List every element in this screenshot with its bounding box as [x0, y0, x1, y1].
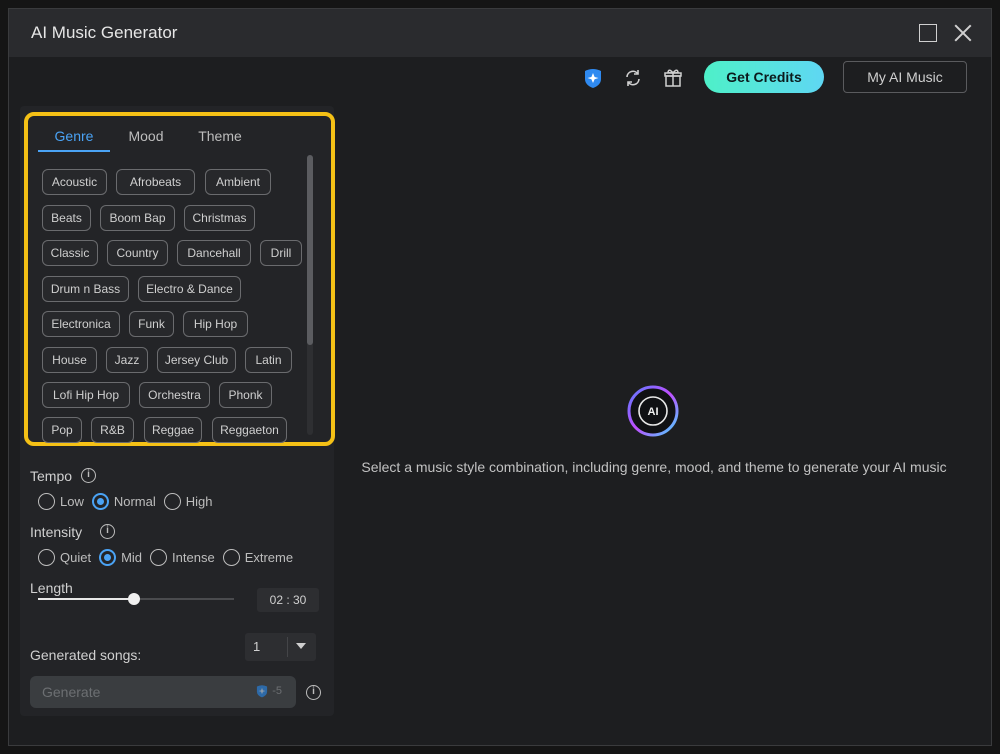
- ai-music-logo: AI: [625, 383, 681, 439]
- radio-label: Low: [60, 494, 84, 509]
- genre-chip[interactable]: Acoustic: [42, 169, 107, 195]
- intensity-info-icon[interactable]: i: [100, 524, 115, 539]
- refresh-icon[interactable]: [622, 67, 644, 89]
- generated-songs-select[interactable]: 1: [245, 633, 316, 661]
- svg-text:AI: AI: [648, 406, 659, 418]
- generated-songs-value: 1: [253, 639, 261, 654]
- length-slider-handle[interactable]: [128, 593, 140, 605]
- generate-cost: -5: [255, 684, 282, 698]
- length-label: Length: [30, 580, 73, 596]
- genre-chip[interactable]: Phonk: [219, 382, 272, 408]
- intensity-radio-intense[interactable]: Intense: [150, 549, 215, 566]
- genre-chip[interactable]: R&B: [91, 417, 134, 443]
- tempo-info-icon[interactable]: i: [81, 468, 96, 483]
- genre-scrollbar[interactable]: [307, 155, 313, 435]
- radio-circle-selected: [99, 549, 117, 566]
- radio-circle: [163, 493, 181, 510]
- credit-icon[interactable]: [582, 67, 604, 89]
- length-slider-fill: [38, 598, 134, 600]
- get-credits-button[interactable]: Get Credits: [704, 61, 824, 93]
- genre-chip[interactable]: Lofi Hip Hop: [42, 382, 130, 408]
- genre-scroll-thumb[interactable]: [307, 155, 313, 345]
- tempo-radio-high[interactable]: High: [163, 493, 213, 510]
- radio-circle: [38, 549, 55, 566]
- genre-chip[interactable]: Funk: [129, 311, 174, 337]
- genre-chip[interactable]: House: [42, 347, 97, 373]
- maximize-icon[interactable]: [916, 21, 940, 45]
- genre-chip[interactable]: Reggaeton: [212, 417, 287, 443]
- radio-circle: [150, 549, 168, 566]
- radio-circle-selected: [91, 493, 109, 510]
- credit-cost-icon: [257, 685, 268, 698]
- gift-icon[interactable]: [662, 67, 684, 89]
- length-slider[interactable]: [38, 593, 234, 605]
- intensity-radio-extreme[interactable]: Extreme: [222, 549, 294, 566]
- tab-genre[interactable]: Genre: [38, 124, 110, 152]
- intensity-label: Intensity: [30, 524, 83, 540]
- genre-chip[interactable]: Ambient: [205, 169, 271, 195]
- radio-label: Mid: [121, 550, 143, 565]
- genre-chip[interactable]: Jazz: [106, 347, 148, 373]
- style-tabs: Genre Mood Theme: [38, 124, 258, 152]
- tempo-radio-low[interactable]: Low: [38, 493, 84, 510]
- tempo-options: Low Normal High: [38, 493, 221, 510]
- genre-chip[interactable]: Hip Hop: [183, 311, 248, 337]
- genre-chip[interactable]: Orchestra: [139, 382, 210, 408]
- radio-label: Normal: [113, 494, 156, 509]
- genre-chip[interactable]: Dancehall: [177, 240, 251, 266]
- radio-label: Intense: [172, 550, 215, 565]
- genre-chip[interactable]: Beats: [42, 205, 91, 231]
- genre-chip[interactable]: Electronica: [42, 311, 120, 337]
- genre-chip[interactable]: Jersey Club: [157, 347, 236, 373]
- radio-label: Quiet: [60, 550, 92, 565]
- radio-circle: [222, 549, 240, 566]
- window-title: AI Music Generator: [31, 23, 178, 42]
- radio-label: High: [185, 494, 213, 509]
- generate-info-icon[interactable]: i: [306, 685, 321, 700]
- genre-chip[interactable]: Reggae: [144, 417, 202, 443]
- genre-chip[interactable]: Drill: [260, 240, 302, 266]
- generate-cost-value: -5: [272, 685, 282, 697]
- title-bar: AI Music Generator: [9, 9, 991, 57]
- length-value[interactable]: 02 : 30: [257, 588, 319, 612]
- genre-chip[interactable]: Boom Bap: [100, 205, 175, 231]
- my-ai-music-button[interactable]: My AI Music: [843, 61, 967, 93]
- close-icon[interactable]: [951, 21, 975, 45]
- genre-chip[interactable]: Country: [107, 240, 168, 266]
- tempo-radio-normal[interactable]: Normal: [91, 493, 156, 510]
- intensity-radio-mid[interactable]: Mid: [99, 549, 142, 566]
- tempo-label: Tempo: [30, 468, 73, 484]
- genre-chip[interactable]: Classic: [42, 240, 98, 266]
- radio-label: Extreme: [244, 550, 294, 565]
- genre-chip[interactable]: Pop: [42, 417, 82, 443]
- chevron-down-icon[interactable]: [296, 643, 306, 649]
- genre-chip[interactable]: Drum n Bass: [42, 276, 129, 302]
- generated-songs-label: Generated songs:: [30, 647, 142, 663]
- genre-chip[interactable]: Latin: [245, 347, 292, 373]
- tab-mood[interactable]: Mood: [110, 124, 182, 152]
- empty-state-hint: Select a music style combination, includ…: [361, 459, 947, 475]
- genre-chip[interactable]: Afrobeats: [116, 169, 195, 195]
- radio-circle: [38, 493, 55, 510]
- intensity-options: Quiet Mid Intense Extreme: [38, 549, 301, 566]
- select-divider: [287, 637, 288, 657]
- generate-button[interactable]: Generate -5: [30, 676, 296, 708]
- tab-theme[interactable]: Theme: [182, 124, 258, 152]
- intensity-radio-quiet[interactable]: Quiet: [38, 549, 91, 566]
- genre-chip[interactable]: Electro & Dance: [138, 276, 241, 302]
- generate-label: Generate: [42, 684, 101, 700]
- genre-chip[interactable]: Christmas: [184, 205, 255, 231]
